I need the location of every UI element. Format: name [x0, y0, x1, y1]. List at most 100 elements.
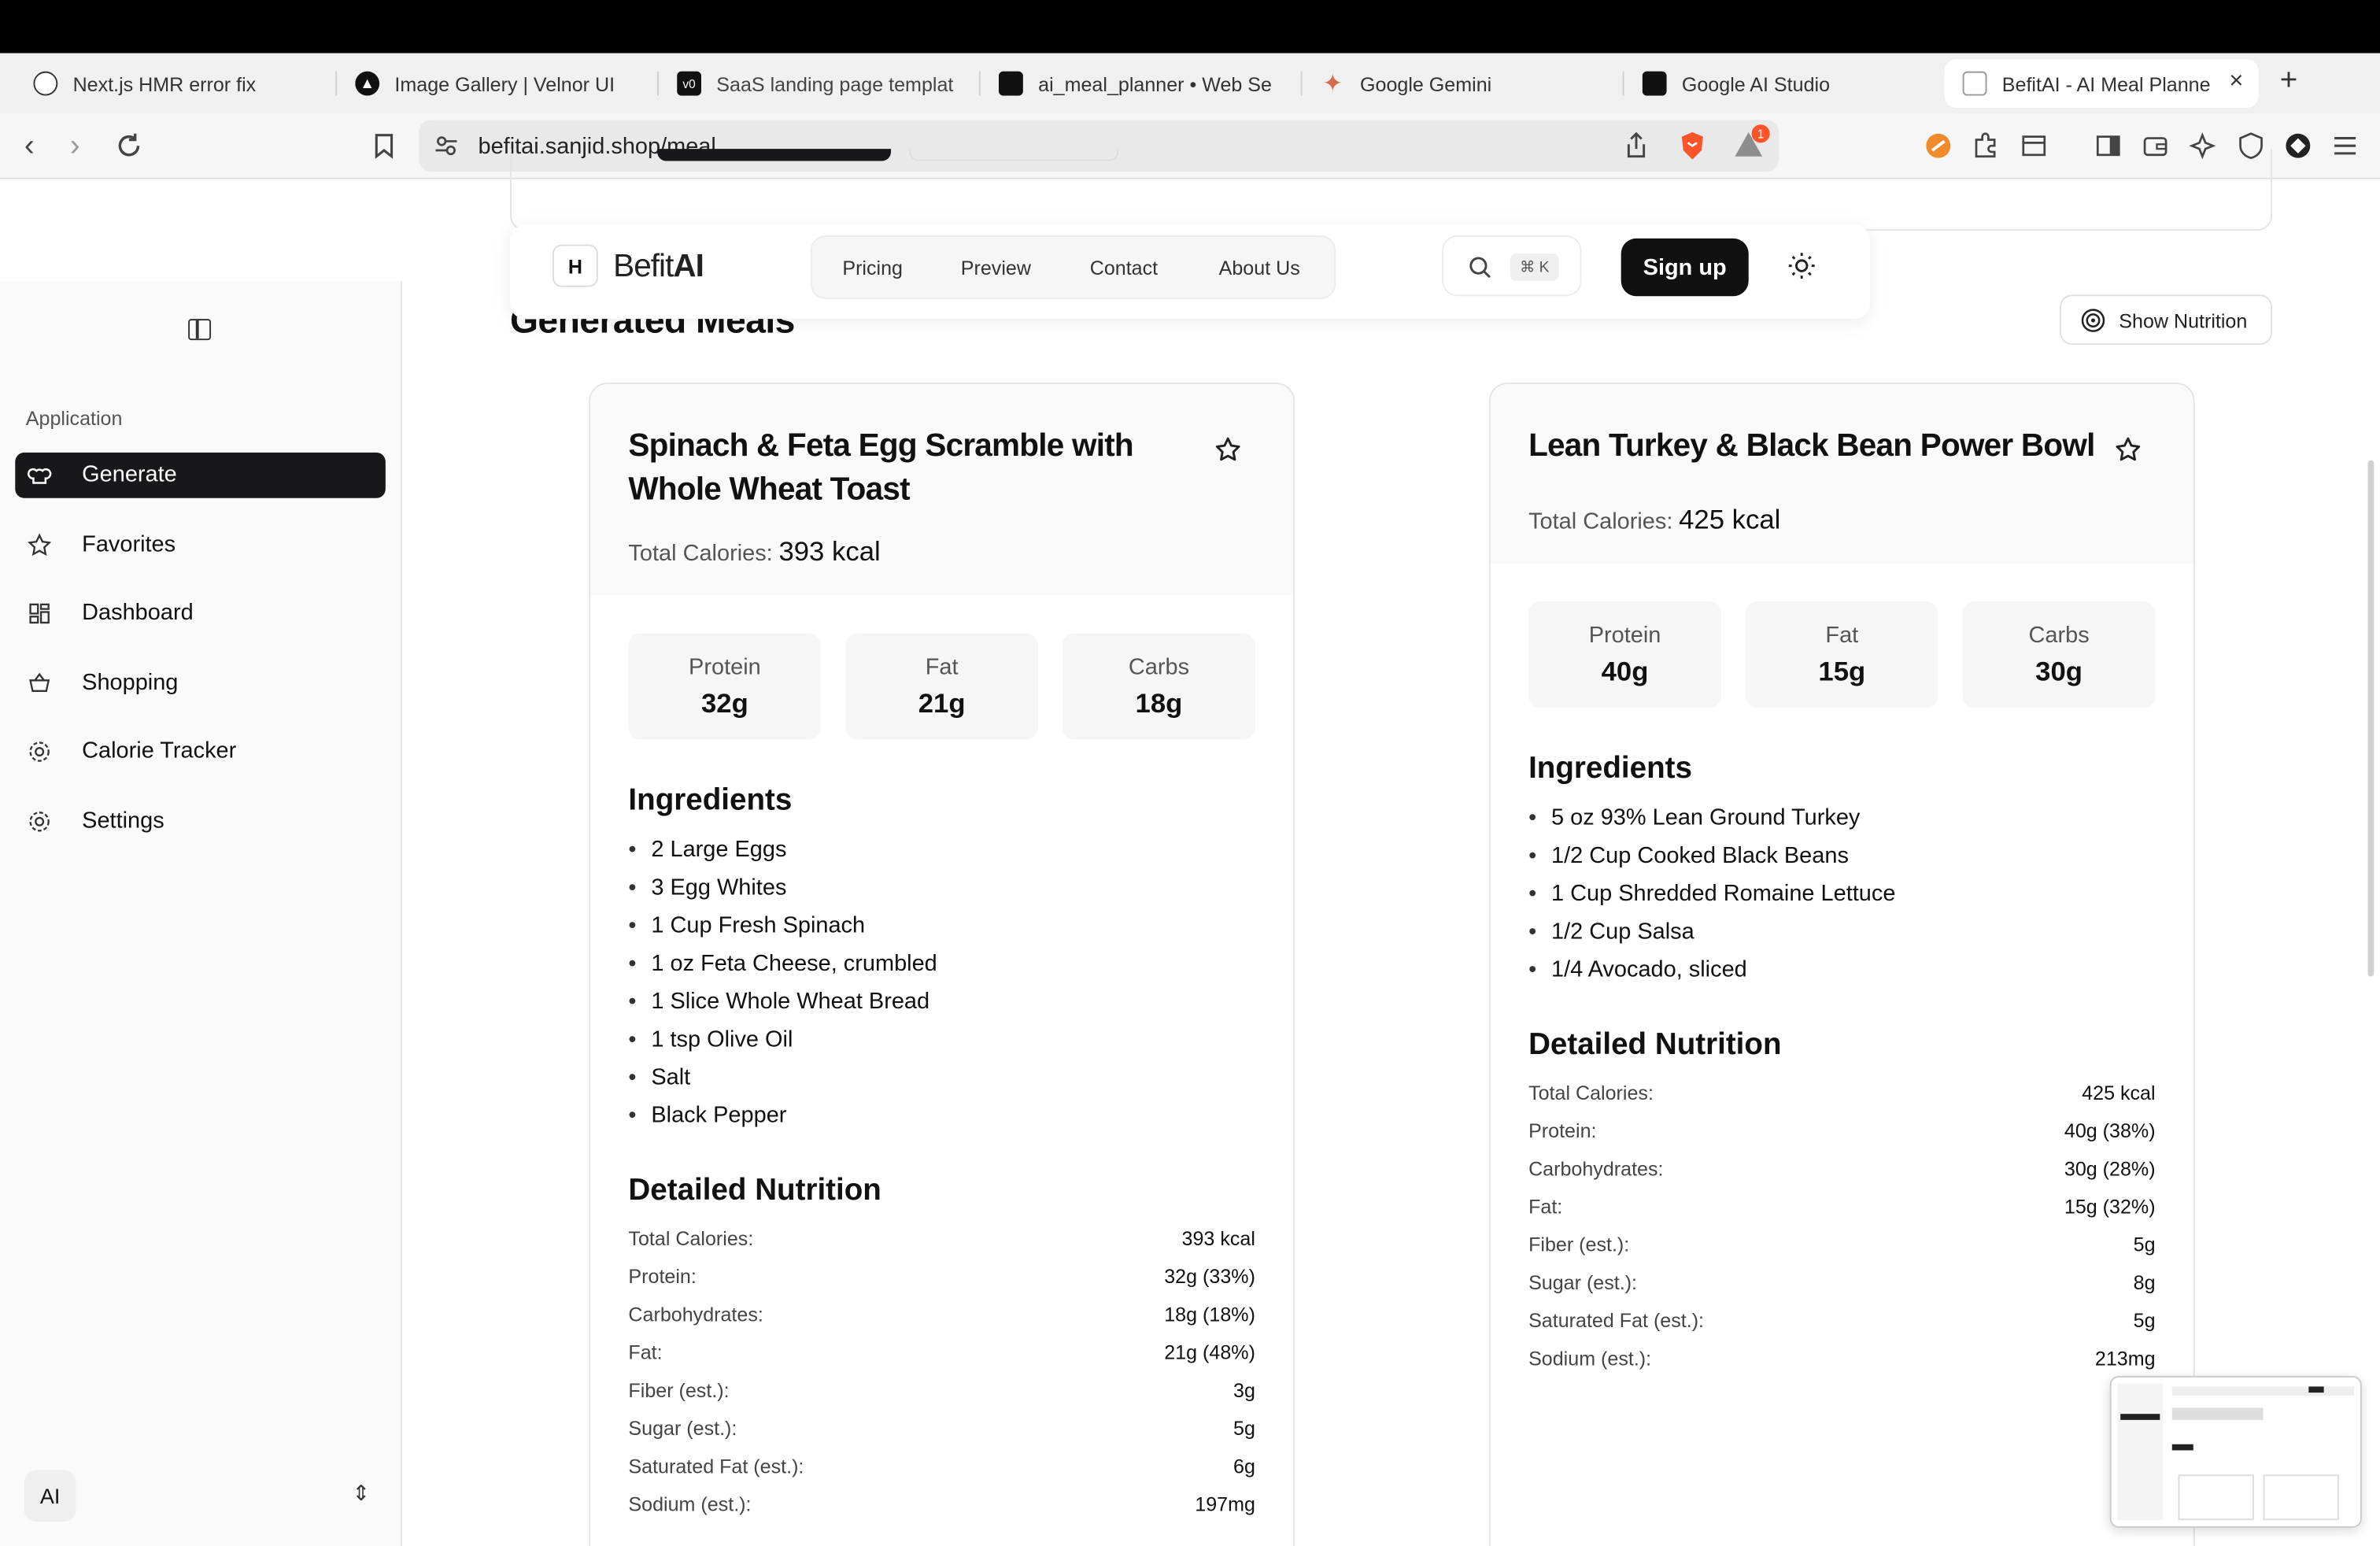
sidebar-item-calorie-tracker[interactable]: Calorie Tracker	[15, 729, 386, 775]
tab-2[interactable]: v0 SaaS landing page templat	[677, 59, 981, 108]
tab-label: Google AI Studio	[1681, 72, 1831, 95]
nutrition-value: 32g (33%)	[1164, 1265, 1255, 1289]
ingredient-item: • 1/2 Cup Cooked Black Beans	[1528, 842, 1849, 869]
sidebar-item-favorites[interactable]: Favorites	[15, 523, 386, 568]
show-nutrition-label: Show Nutrition	[2119, 309, 2248, 333]
ingredient-item: • 1/4 Avocado, sliced	[1528, 956, 1747, 983]
nutrition-row: Fat: 15g (32%)	[1528, 1195, 2155, 1218]
main-content: Generated Meals H BefitAI Pricing Previe…	[403, 149, 2380, 1546]
macro-value: 40g	[1601, 656, 1649, 687]
sidebar-item-shopping[interactable]: Shopping	[15, 660, 386, 706]
screen-top-bar	[0, 0, 2380, 54]
nutrition-value: 425 kcal	[2082, 1081, 2156, 1104]
tab-0[interactable]: Next.js HMR error fix	[33, 59, 338, 108]
show-nutrition-button[interactable]: Show Nutrition	[2060, 294, 2273, 345]
tab-3[interactable]: ai_meal_planner • Web Se	[998, 59, 1303, 108]
thumbnail-header-bar	[2171, 1386, 2355, 1396]
dumbbell-logo-icon[interactable]: H	[552, 244, 598, 287]
nav-link-preview[interactable]: Preview	[961, 257, 1031, 279]
profile-icon[interactable]	[2284, 132, 2312, 160]
chef-hat-icon	[27, 468, 52, 484]
nutrition-label: Sugar (est.):	[1528, 1270, 1638, 1294]
back-icon[interactable]: ‹	[24, 129, 35, 162]
nutrition-value: 18g (18%)	[1164, 1303, 1255, 1326]
screenshot-thumbnail[interactable]	[2109, 1375, 2362, 1528]
chevron-up-down-icon[interactable]: ⇕	[352, 1481, 370, 1507]
ingredient-text: 5 oz 93% Lean Ground Turkey	[1550, 804, 1861, 831]
ingredient-item: • 1/2 Cup Salsa	[1528, 919, 1694, 945]
user-avatar[interactable]: AI	[24, 1470, 76, 1522]
total-calories-value: 393 kcal	[778, 536, 881, 567]
nutrition-value: 213mg	[2094, 1347, 2156, 1370]
tab-6-active[interactable]: BefitAI - AI Meal Planne ×	[1944, 59, 2259, 108]
ingredient-text: 1/4 Avocado, sliced	[1550, 956, 1747, 983]
thumbnail-active-item	[2120, 1414, 2160, 1420]
ingredient-text: 1 Cup Shredded Romaine Lettuce	[1550, 880, 1896, 907]
secondary-button-edge[interactable]	[909, 149, 1119, 161]
sidebar-item-label: Calorie Tracker	[82, 738, 237, 764]
sun-icon[interactable]	[1788, 252, 1816, 279]
ingredient-text: Black Pepper	[651, 1102, 787, 1129]
nav-link-pricing[interactable]: Pricing	[842, 257, 903, 279]
menu-icon[interactable]	[2331, 132, 2359, 160]
macro-label: Fat	[925, 654, 959, 681]
nutrition-value: 21g (48%)	[1164, 1341, 1255, 1364]
sidebar-item-dashboard[interactable]: Dashboard	[15, 590, 386, 636]
gemini-icon: ✦	[1322, 71, 1343, 98]
ingredients-heading: Ingredients	[628, 783, 793, 817]
logo-prefix: Befit	[613, 249, 674, 284]
tab-label: ai_meal_planner • Web Se	[1038, 72, 1272, 95]
nutrition-value: 393 kcal	[1181, 1226, 1255, 1250]
tab-strip: Next.js HMR error fix ▲ Image Gallery | …	[0, 53, 2380, 114]
nutrition-value: 6g	[1233, 1455, 1255, 1478]
sidebar-header	[0, 179, 403, 281]
reload-icon[interactable]	[116, 132, 143, 160]
forward-icon[interactable]: ›	[70, 129, 80, 162]
tab-5[interactable]: Google AI Studio	[1642, 59, 1931, 108]
new-tab-button[interactable]: +	[2280, 64, 2298, 98]
nutrition-value: 3g	[1233, 1378, 1255, 1402]
ingredient-text: 1/2 Cup Salsa	[1550, 919, 1694, 945]
sidebar-item-settings[interactable]: Settings	[15, 799, 386, 845]
ingredient-text: 1 Cup Fresh Spinach	[651, 912, 866, 939]
nutrition-label: Fiber (est.):	[628, 1378, 730, 1402]
sidebar-item-generate[interactable]: Generate	[15, 452, 386, 498]
macro-fat: Fat 15g	[1745, 601, 1938, 708]
nav-link-about[interactable]: About Us	[1219, 257, 1300, 279]
tab-1[interactable]: ▲ Image Gallery | Velnor UI	[355, 59, 659, 108]
nav-link-contact[interactable]: Contact	[1090, 257, 1158, 279]
search-button[interactable]: ⌘ K	[1442, 235, 1582, 297]
page-scrollbar[interactable]	[2367, 460, 2374, 977]
tab-4[interactable]: ✦ Google Gemini	[1321, 59, 1624, 108]
total-calories: Total Calories: 425 kcal	[1528, 505, 1780, 537]
thumbnail-button	[2308, 1386, 2324, 1393]
sign-up-button[interactable]: Sign up	[1621, 238, 1749, 297]
ingredients-heading: Ingredients	[1528, 751, 1692, 786]
favorite-star-icon[interactable]	[2114, 436, 2142, 464]
nutrition-label: Saturated Fat (est.):	[1528, 1309, 1705, 1332]
notification-badge: 1	[1751, 124, 1770, 143]
nutrition-heading: Detailed Nutrition	[628, 1174, 881, 1208]
favorite-star-icon[interactable]	[1214, 436, 1242, 464]
macro-protein: Protein 32g	[628, 633, 822, 740]
macro-value: 21g	[918, 687, 966, 719]
macro-label: Protein	[689, 654, 761, 681]
bookmark-icon[interactable]	[371, 132, 398, 160]
nutrition-value: 30g (28%)	[2064, 1157, 2156, 1181]
generate-button-edge[interactable]	[657, 149, 892, 161]
nutrition-value: 8g	[2133, 1270, 2156, 1294]
macro-label: Protein	[1588, 623, 1661, 649]
nutrition-row: Protein: 40g (38%)	[1528, 1119, 2155, 1142]
nutrition-label: Saturated Fat (est.):	[628, 1455, 804, 1478]
meal-title: Spinach & Feta Egg Scramble with Whole W…	[628, 428, 1133, 508]
nutrition-value: 5g	[2133, 1233, 2156, 1256]
ingredient-item: • 1 Cup Shredded Romaine Lettuce	[1528, 880, 1896, 907]
close-tab-icon[interactable]: ×	[2229, 68, 2243, 96]
shortcut-hint: ⌘ K	[1510, 253, 1559, 281]
site-settings-icon[interactable]	[434, 134, 459, 158]
sidebar-collapse-icon[interactable]	[188, 319, 212, 341]
logo[interactable]: BefitAI	[613, 249, 704, 285]
nutrition-row: Fiber (est.): 5g	[1528, 1233, 2155, 1256]
tab-label: Google Gemini	[1359, 72, 1492, 95]
tab-label: SaaS landing page templat	[716, 72, 954, 95]
